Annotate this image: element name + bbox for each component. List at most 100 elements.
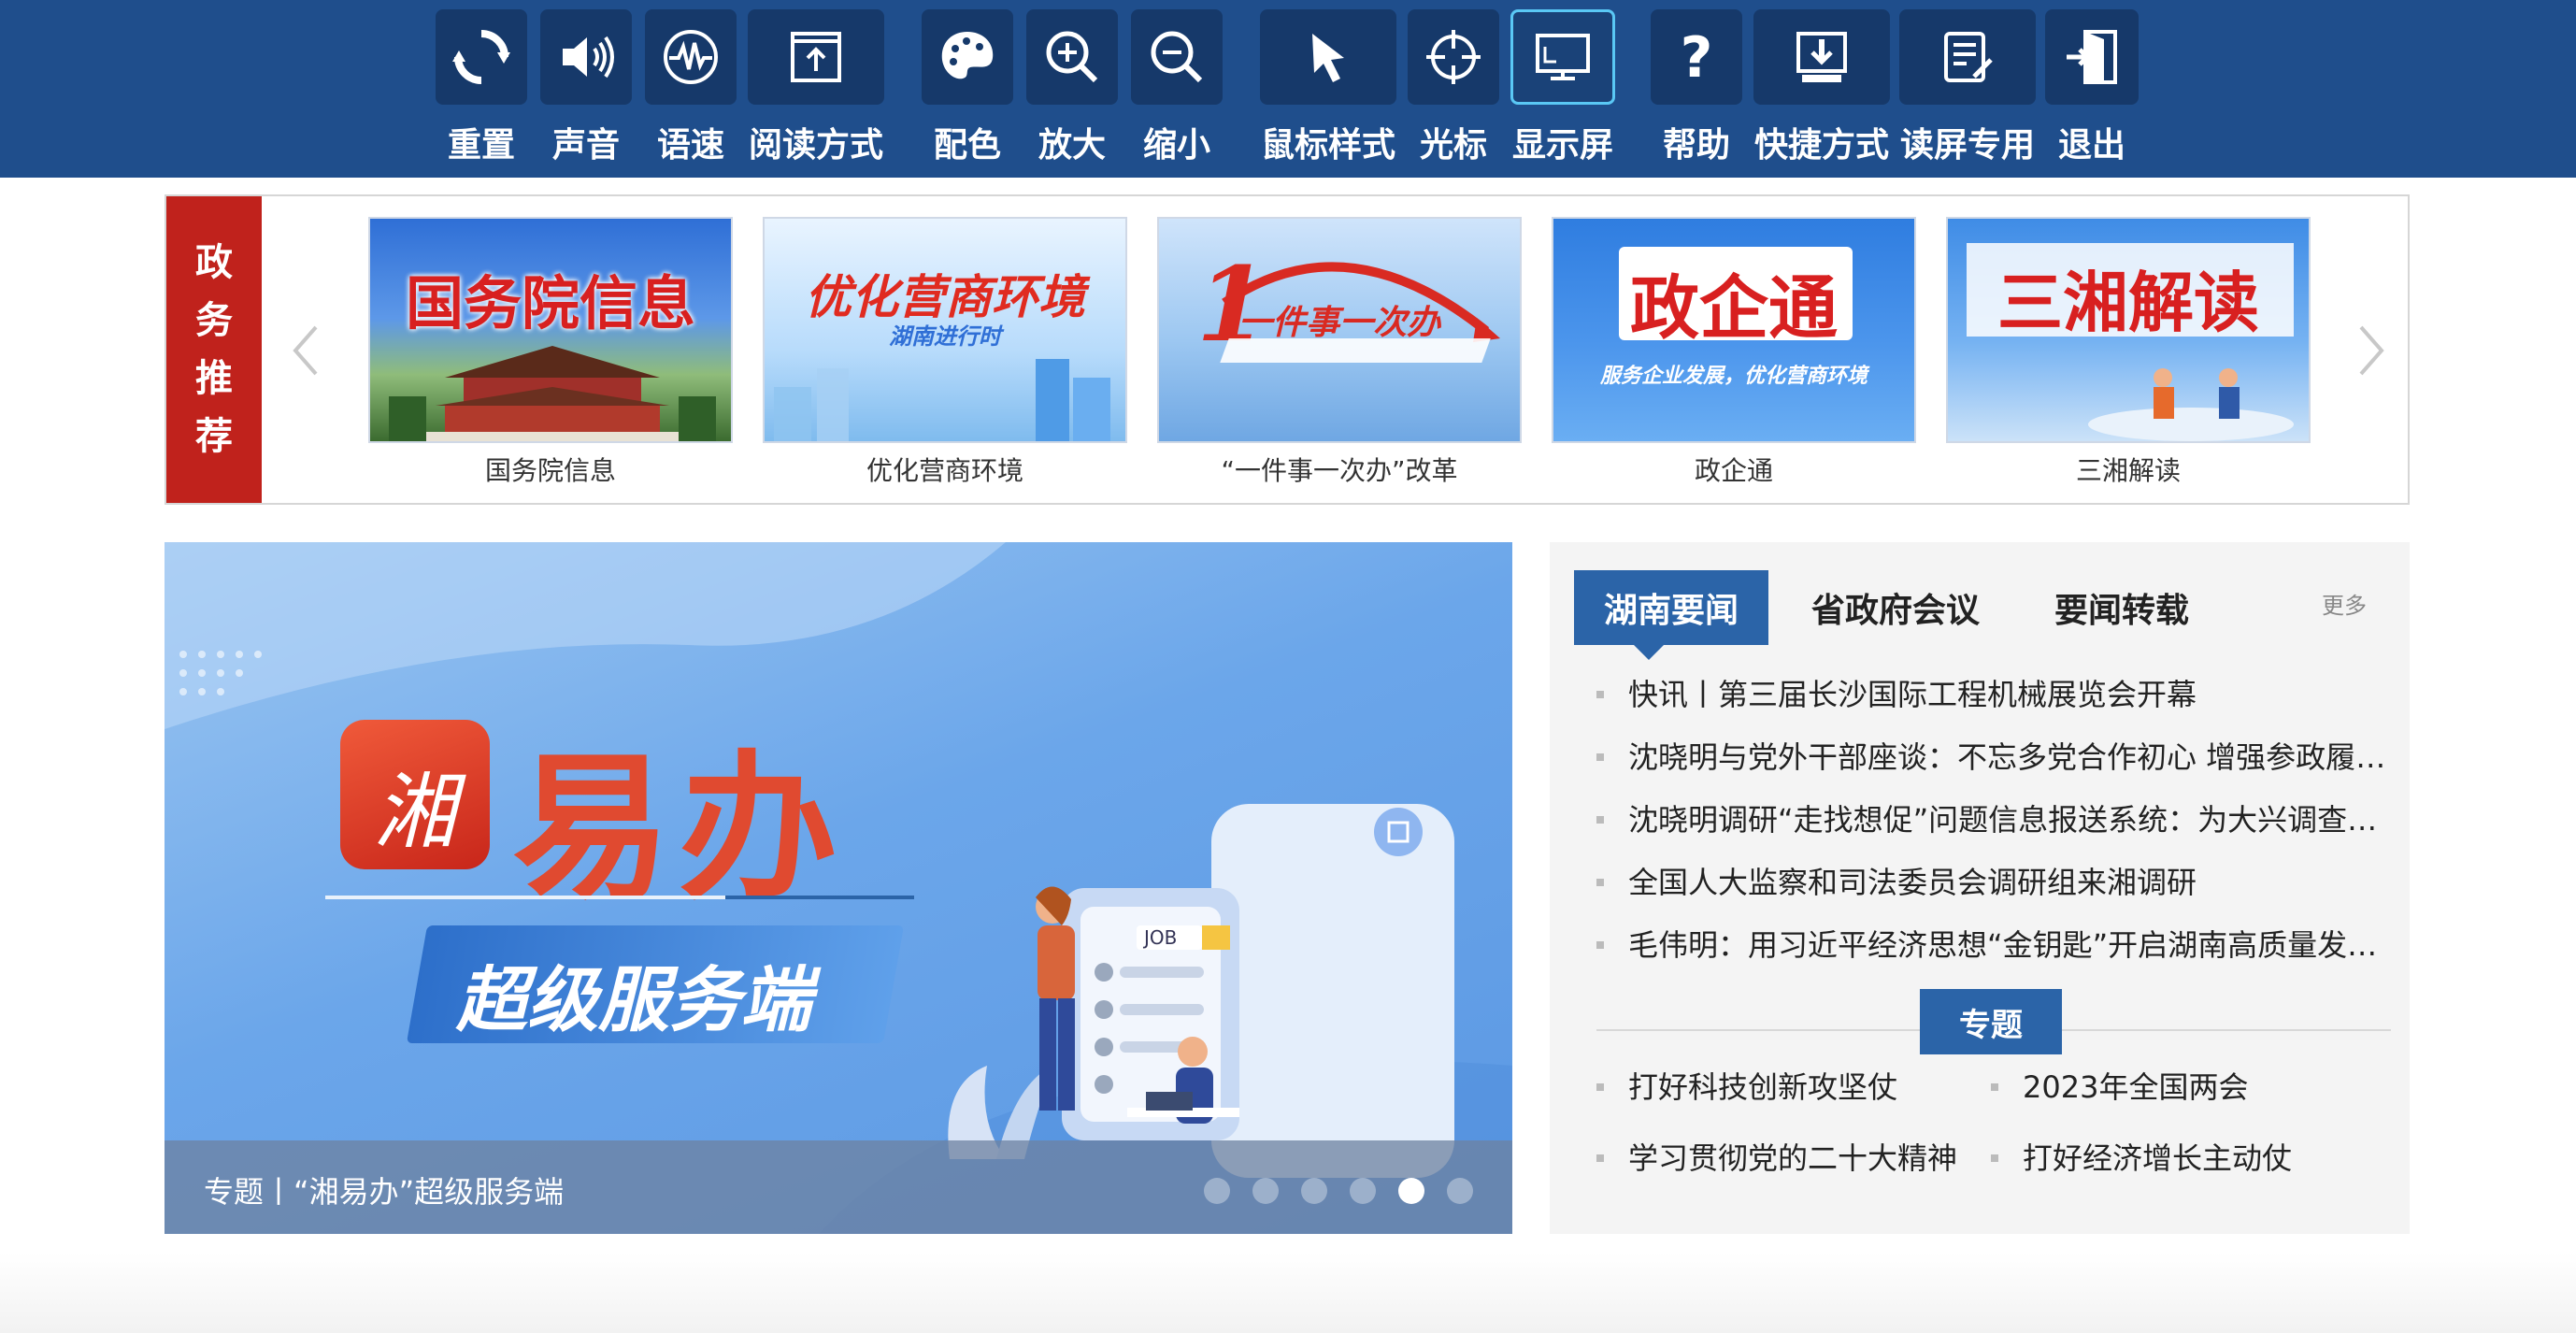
zoom-in-button[interactable]: 放大 [1026,9,1118,168]
cursor-style-button[interactable]: 鼠标样式 [1260,9,1396,168]
hero-subtitle: 超级服务端 [456,958,811,1041]
recommend-card-sanxiang[interactable]: 三湘解读 三湘解读 [1946,217,2311,488]
active-tab-pointer [1634,645,1664,660]
cursor-icon [1260,9,1396,105]
slide-dot[interactable] [1252,1178,1279,1204]
recommend-tag-char: 务 [195,299,233,342]
news-list-item[interactable]: 沈晓明调研“走找想促”问题信息报送系统：为大兴调查研… [1596,796,2400,843]
meeting-illustration [2088,368,2294,441]
refresh-icon [436,9,527,105]
banner-subtitle: 服务企业发展，优化营商环境 [1599,365,1868,388]
tab-reprinted-news[interactable]: 要闻转载 [2019,570,2225,645]
sound-label: 声音 [551,126,620,165]
speech-rate-label: 语速 [656,126,724,165]
banner-title: 一件事一次办 [1238,304,1440,342]
one-thing-banner: 1 一件事一次办 [1157,217,1522,443]
app-logo-glyph: 湘 [373,764,456,860]
help-icon: ? [1651,9,1742,105]
banner-title: 国务院信息 [405,269,695,337]
news-panel: 湖南要闻 省政府会议 要闻转载 更多 快讯丨第三届长沙国际工程机械展览会开幕 沈… [1550,542,2410,1234]
business-environment-banner: 优化营商环境 湖南进行时 [763,217,1127,443]
slide-dot[interactable] [1301,1178,1327,1204]
exit-icon [2045,9,2139,105]
exit-button[interactable]: 退出 [2045,9,2139,168]
tab-hunan-news[interactable]: 湖南要闻 [1574,570,1768,645]
recommend-card-state-council[interactable]: 国务院信息 国务院信息 [368,217,733,488]
news-title: 沈晓明调研“走找想促”问题信息报送系统：为大兴调查研… [1628,802,2400,838]
exit-label: 退出 [2057,126,2125,165]
news-list-item[interactable]: 全国人大监察和司法委员会调研组来湘调研 [1596,859,2400,906]
topic-item[interactable]: 打好科技创新攻坚仗 [1596,1064,1897,1111]
color-scheme-button[interactable]: 配色 [922,9,1013,168]
bullet [1596,1083,1604,1091]
carousel-next-button[interactable] [2348,318,2395,383]
reading-mode-button[interactable]: 阅读方式 [748,9,884,168]
tab-provincial-meeting[interactable]: 省政府会议 [1783,570,2008,645]
banner-title: 三湘解读 [1997,265,2259,341]
screen-reader-button[interactable]: 读屏专用 [1899,9,2036,168]
recommend-tag-char: 荐 [195,415,233,458]
carousel-prev-button[interactable] [282,318,329,383]
recommend-card-caption: 优化营商环境 [866,455,1023,486]
news-title: 全国人大监察和司法委员会调研组来湘调研 [1628,865,2197,900]
news-list-item[interactable]: 快讯丨第三届长沙国际工程机械展览会开幕 [1596,671,2400,718]
display-button[interactable]: 显示屏 [1510,9,1615,168]
zoom-in-icon [1026,9,1118,105]
shortcut-button[interactable]: 快捷方式 [1753,9,1890,168]
sound-button[interactable]: 声音 [540,9,632,168]
chevron-right-icon [2359,325,2384,376]
topic-item[interactable]: 2023年全国两会 [1991,1064,2248,1111]
zoom-out-button[interactable]: 缩小 [1131,9,1223,168]
slide-dot-active[interactable] [1398,1178,1424,1204]
slide-dot[interactable] [1447,1178,1473,1204]
reset-button[interactable]: 重置 [436,9,527,168]
bullet [1596,941,1604,949]
more-link[interactable]: 更多 [2322,587,2367,620]
speech-rate-button[interactable]: 语速 [645,9,737,168]
color-scheme-label: 配色 [933,126,1001,165]
crosshair-icon [1408,9,1499,105]
bullet [1596,691,1604,698]
bullet [1596,879,1604,886]
shortcut-label: 快捷方式 [1753,126,1889,165]
recommend-card-gov-enterprise[interactable]: 政企通 服务企业发展，优化营商环境 政企通 [1552,217,1916,488]
topic-item[interactable]: 学习贯彻党的二十大精神 [1596,1135,1957,1182]
monitor-icon [1510,9,1615,105]
news-title: 快讯丨第三届长沙国际工程机械展览会开幕 [1628,677,2197,712]
cursor-style-label: 鼠标样式 [1260,126,1395,165]
gov-enterprise-banner: 政企通 服务企业发展，优化营商环境 [1552,217,1916,443]
document-edit-icon [1899,9,2036,105]
topic-item[interactable]: 打好经济增长主动仗 [1991,1135,2292,1182]
hero-caption-bar: 专题丨“湘易办”超级服务端 [165,1140,1512,1234]
lower-section-shade [0,1253,2576,1333]
download-icon [1753,9,1890,105]
slide-dot[interactable] [1204,1178,1230,1204]
cursor-button[interactable]: 光标 [1408,9,1499,168]
slide-dot[interactable] [1350,1178,1376,1204]
hero-divider-accent [725,896,914,899]
xiang-app-logo: 湘 [340,720,490,869]
waveform-icon [645,9,737,105]
palace-illustration [389,346,716,441]
reading-mode-label: 阅读方式 [748,126,883,165]
chevron-left-icon [293,325,318,376]
recommend-card-caption: 三湘解读 [2075,455,2181,486]
bullet [1596,1154,1604,1162]
banner-subtitle: 湖南进行时 [889,323,1001,350]
news-list-item[interactable]: 沈晓明与党外干部座谈：不忘多党合作初心 增强参政履职… [1596,734,2400,781]
palette-icon [922,9,1013,105]
news-title: 沈晓明与党外干部座谈：不忘多党合作初心 增强参政履职… [1628,739,2400,775]
hero-banner[interactable]: 湘 易办 超级服务端 JOB 专题丨“湘易办”超级服务端 [165,542,1512,1234]
topic-title: 2023年全国两会 [2023,1069,2249,1105]
zoom-out-label: 缩小 [1142,126,1210,165]
news-list-item[interactable]: 毛伟明：用习近平经济思想“金钥匙”开启湖南高质量发展… [1596,922,2400,968]
recommend-tag-char: 政 [195,241,233,284]
recommend-strip: 政 务 推 荐 国务院信息 国务院信息 优化营商环境 湖南进行时 优化营商环境 … [165,194,2410,505]
topic-title: 打好科技创新攻坚仗 [1628,1069,1898,1105]
recommend-card-one-thing[interactable]: 1 一件事一次办 “一件事一次办”改革 [1157,217,1522,488]
hero-caption[interactable]: 专题丨“湘易办”超级服务端 [204,1168,564,1211]
screen-reader-label: 读屏专用 [1899,126,2035,165]
news-title: 毛伟明：用习近平经济思想“金钥匙”开启湖南高质量发展… [1628,927,2400,963]
recommend-card-business-environment[interactable]: 优化营商环境 湖南进行时 优化营商环境 [763,217,1127,488]
help-button[interactable]: ? 帮助 [1651,9,1742,168]
